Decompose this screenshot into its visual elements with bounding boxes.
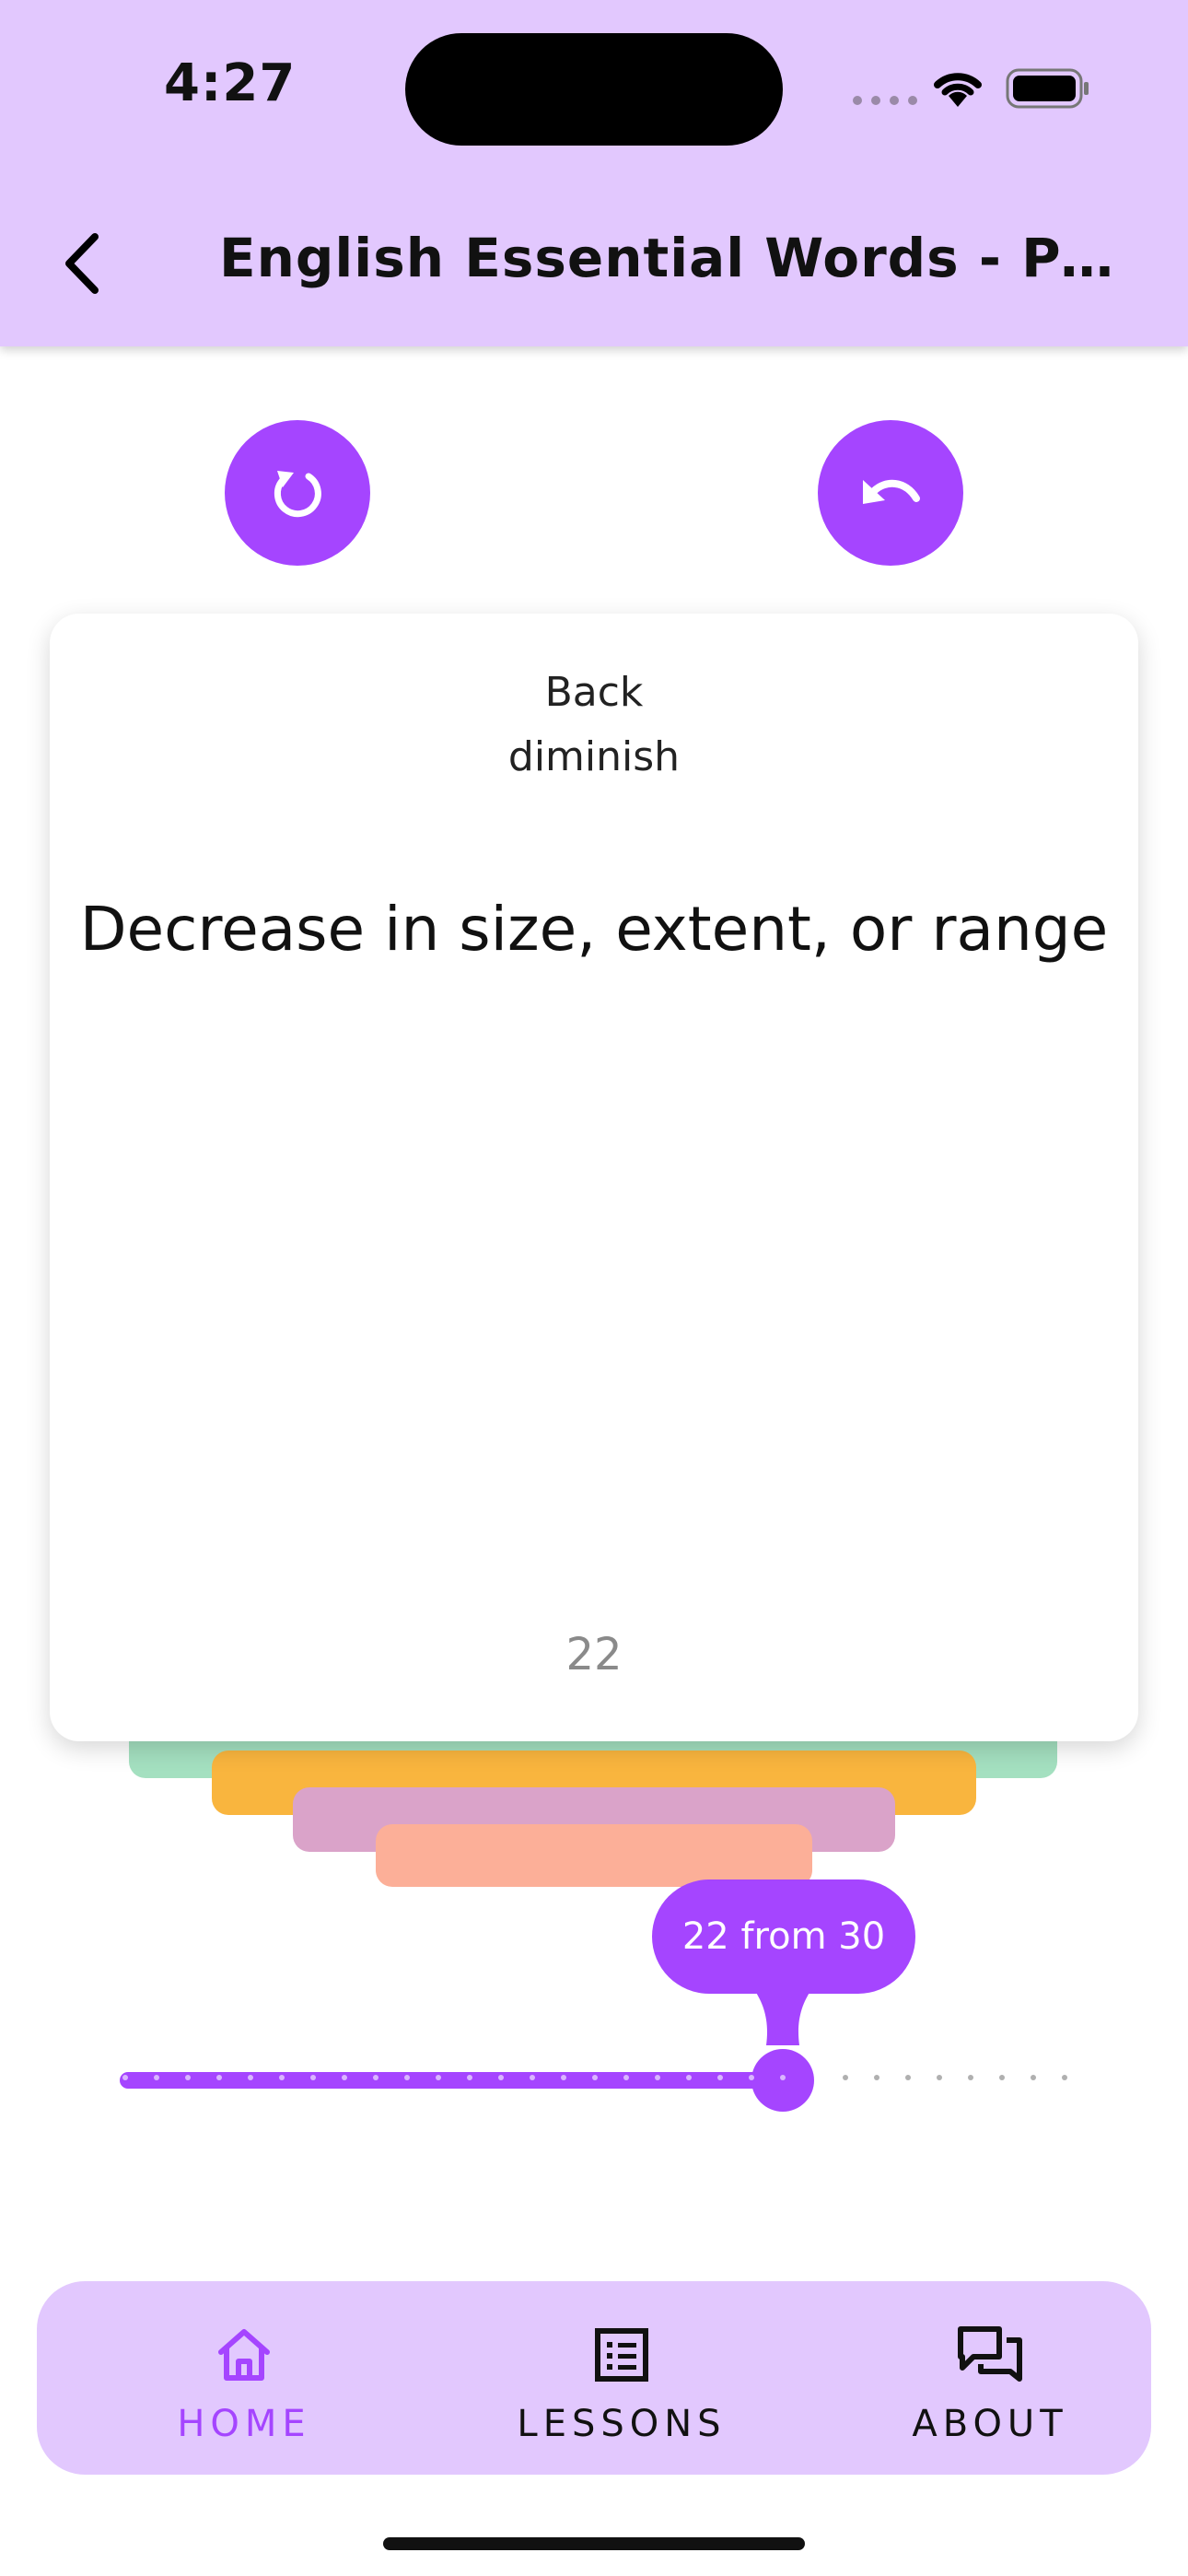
nav-item-about[interactable]: ABOUT bbox=[838, 2281, 1142, 2475]
home-icon bbox=[218, 2329, 270, 2381]
status-time: 4:27 bbox=[164, 53, 297, 113]
back-button[interactable] bbox=[37, 217, 129, 310]
flashcard[interactable]: Back diminish Decrease in size, extent, … bbox=[50, 614, 1138, 1741]
reset-button[interactable] bbox=[225, 420, 370, 566]
chevron-left-icon bbox=[65, 233, 99, 294]
chat-icon bbox=[958, 2326, 1022, 2382]
cellular-signal-icon bbox=[853, 96, 917, 105]
slider-thumb[interactable] bbox=[751, 2049, 814, 2112]
refresh-icon bbox=[274, 471, 321, 518]
card-number: 22 bbox=[565, 1629, 623, 1680]
wifi-icon bbox=[930, 66, 985, 112]
bottom-navigation: HOME LESSONS ABOUT bbox=[37, 2281, 1151, 2475]
stacked-card-4 bbox=[376, 1824, 812, 1887]
page-title: English Essential Words - Part... bbox=[219, 227, 1140, 289]
undo-icon bbox=[863, 479, 920, 504]
home-indicator bbox=[383, 2537, 805, 2550]
battery-icon bbox=[1006, 68, 1090, 112]
list-icon bbox=[595, 2328, 648, 2382]
nav-label-home: HOME bbox=[177, 2403, 311, 2445]
card-side-label: Back bbox=[544, 669, 644, 716]
card-word: diminish bbox=[507, 733, 681, 780]
nav-label-about: ABOUT bbox=[912, 2403, 1068, 2445]
nav-item-lessons[interactable]: LESSONS bbox=[442, 2281, 801, 2475]
slider-track-active[interactable] bbox=[120, 2072, 783, 2089]
nav-label-lessons: LESSONS bbox=[517, 2403, 727, 2445]
slider-value-bubble: 22 from 30 bbox=[652, 1879, 915, 1994]
card-definition: Decrease in size, extent, or range bbox=[79, 894, 1109, 965]
dynamic-island bbox=[405, 33, 783, 146]
undo-button[interactable] bbox=[818, 420, 963, 566]
nav-item-home[interactable]: HOME bbox=[92, 2281, 396, 2475]
